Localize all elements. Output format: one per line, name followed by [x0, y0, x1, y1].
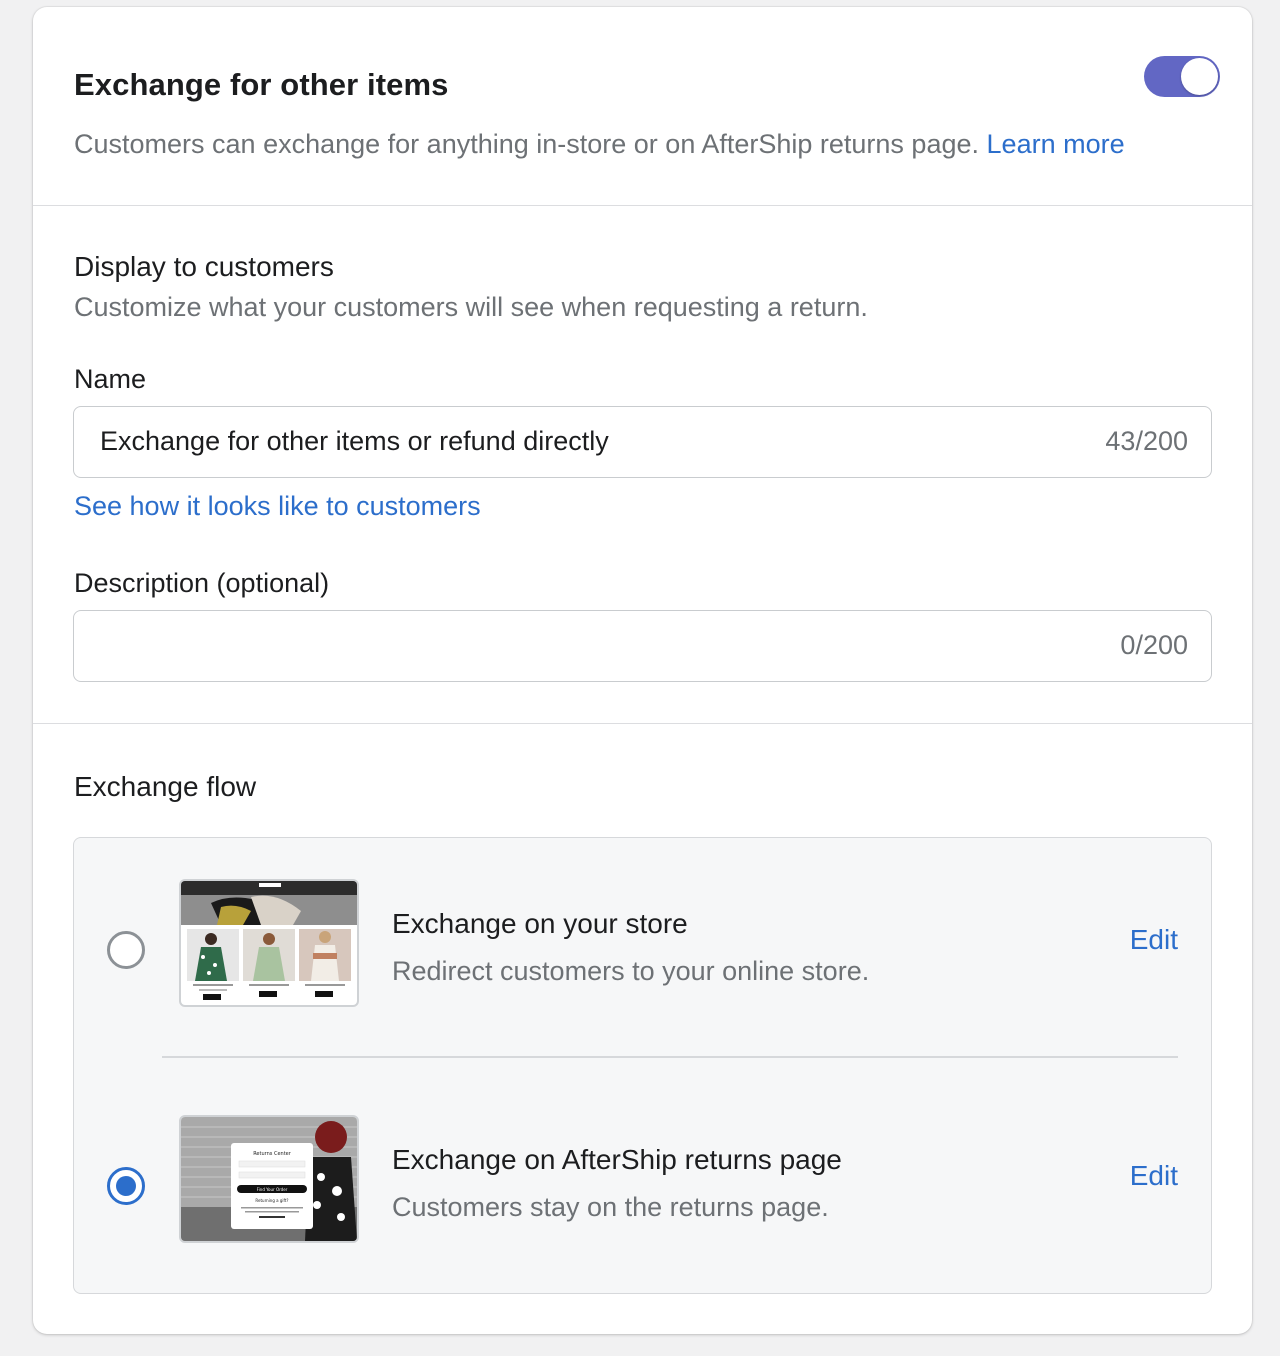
gift-label: Returning a gift? — [255, 1198, 288, 1203]
flow-options-box: Exchange on your store Redirect customer… — [73, 837, 1212, 1294]
display-subheading: Customize what your customers will see w… — [74, 292, 868, 322]
returns-preview-icon: Returns Center Find Your Order Returning… — [181, 1117, 357, 1241]
description-char-count: 0/200 — [1120, 630, 1188, 660]
option-exchange-on-store[interactable]: Exchange on your store Redirect customer… — [74, 838, 1211, 1058]
radio-exchange-on-store[interactable] — [107, 931, 145, 969]
store-preview-image — [179, 879, 359, 1007]
name-label: Name — [74, 364, 147, 394]
exchange-header-section: Exchange for other items Customers can e… — [33, 7, 1252, 205]
returns-center-title: Returns Center — [253, 1151, 292, 1157]
section-description: Customers can exchange for anything in-s… — [74, 129, 1125, 160]
option-title: Exchange on AfterShip returns page — [392, 1144, 842, 1175]
description-text: Customers can exchange for anything in-s… — [74, 129, 980, 159]
option-exchange-on-aftership[interactable]: Returns Center Find Your Order Returning… — [74, 1057, 1211, 1277]
option-description: Redirect customers to your online store. — [392, 956, 870, 986]
description-input[interactable]: 0/200 — [73, 610, 1212, 682]
exchange-flow-section: Exchange flow Exchange on your store Red… — [33, 724, 1252, 1334]
display-heading: Display to customers — [74, 251, 334, 282]
flow-heading: Exchange flow — [74, 771, 257, 802]
name-input-value: Exchange for other items or refund direc… — [100, 426, 609, 456]
name-char-count: 43/200 — [1105, 426, 1188, 456]
display-section: Display to customers Customize what your… — [33, 206, 1252, 723]
exchange-toggle[interactable] — [1144, 56, 1220, 97]
preview-link[interactable]: See how it looks like to customers — [74, 491, 481, 522]
edit-store-option-link[interactable]: Edit — [1130, 924, 1178, 956]
edit-aftership-option-link[interactable]: Edit — [1130, 1160, 1178, 1192]
section-title: Exchange for other items — [74, 67, 449, 102]
option-description: Customers stay on the returns page. — [392, 1192, 829, 1222]
description-label: Description (optional) — [74, 568, 330, 598]
toggle-knob — [1181, 58, 1218, 95]
learn-more-link[interactable]: Learn more — [987, 129, 1125, 159]
option-title: Exchange on your store — [392, 908, 688, 939]
radio-exchange-on-aftership[interactable] — [107, 1167, 145, 1205]
find-order-label: Find Your Order — [257, 1187, 288, 1192]
name-input[interactable]: Exchange for other items or refund direc… — [73, 406, 1212, 478]
returns-page-preview-image: Returns Center Find Your Order Returning… — [179, 1115, 359, 1243]
exchange-settings-card: Exchange for other items Customers can e… — [33, 7, 1252, 1334]
store-preview-icon — [181, 881, 357, 1000]
